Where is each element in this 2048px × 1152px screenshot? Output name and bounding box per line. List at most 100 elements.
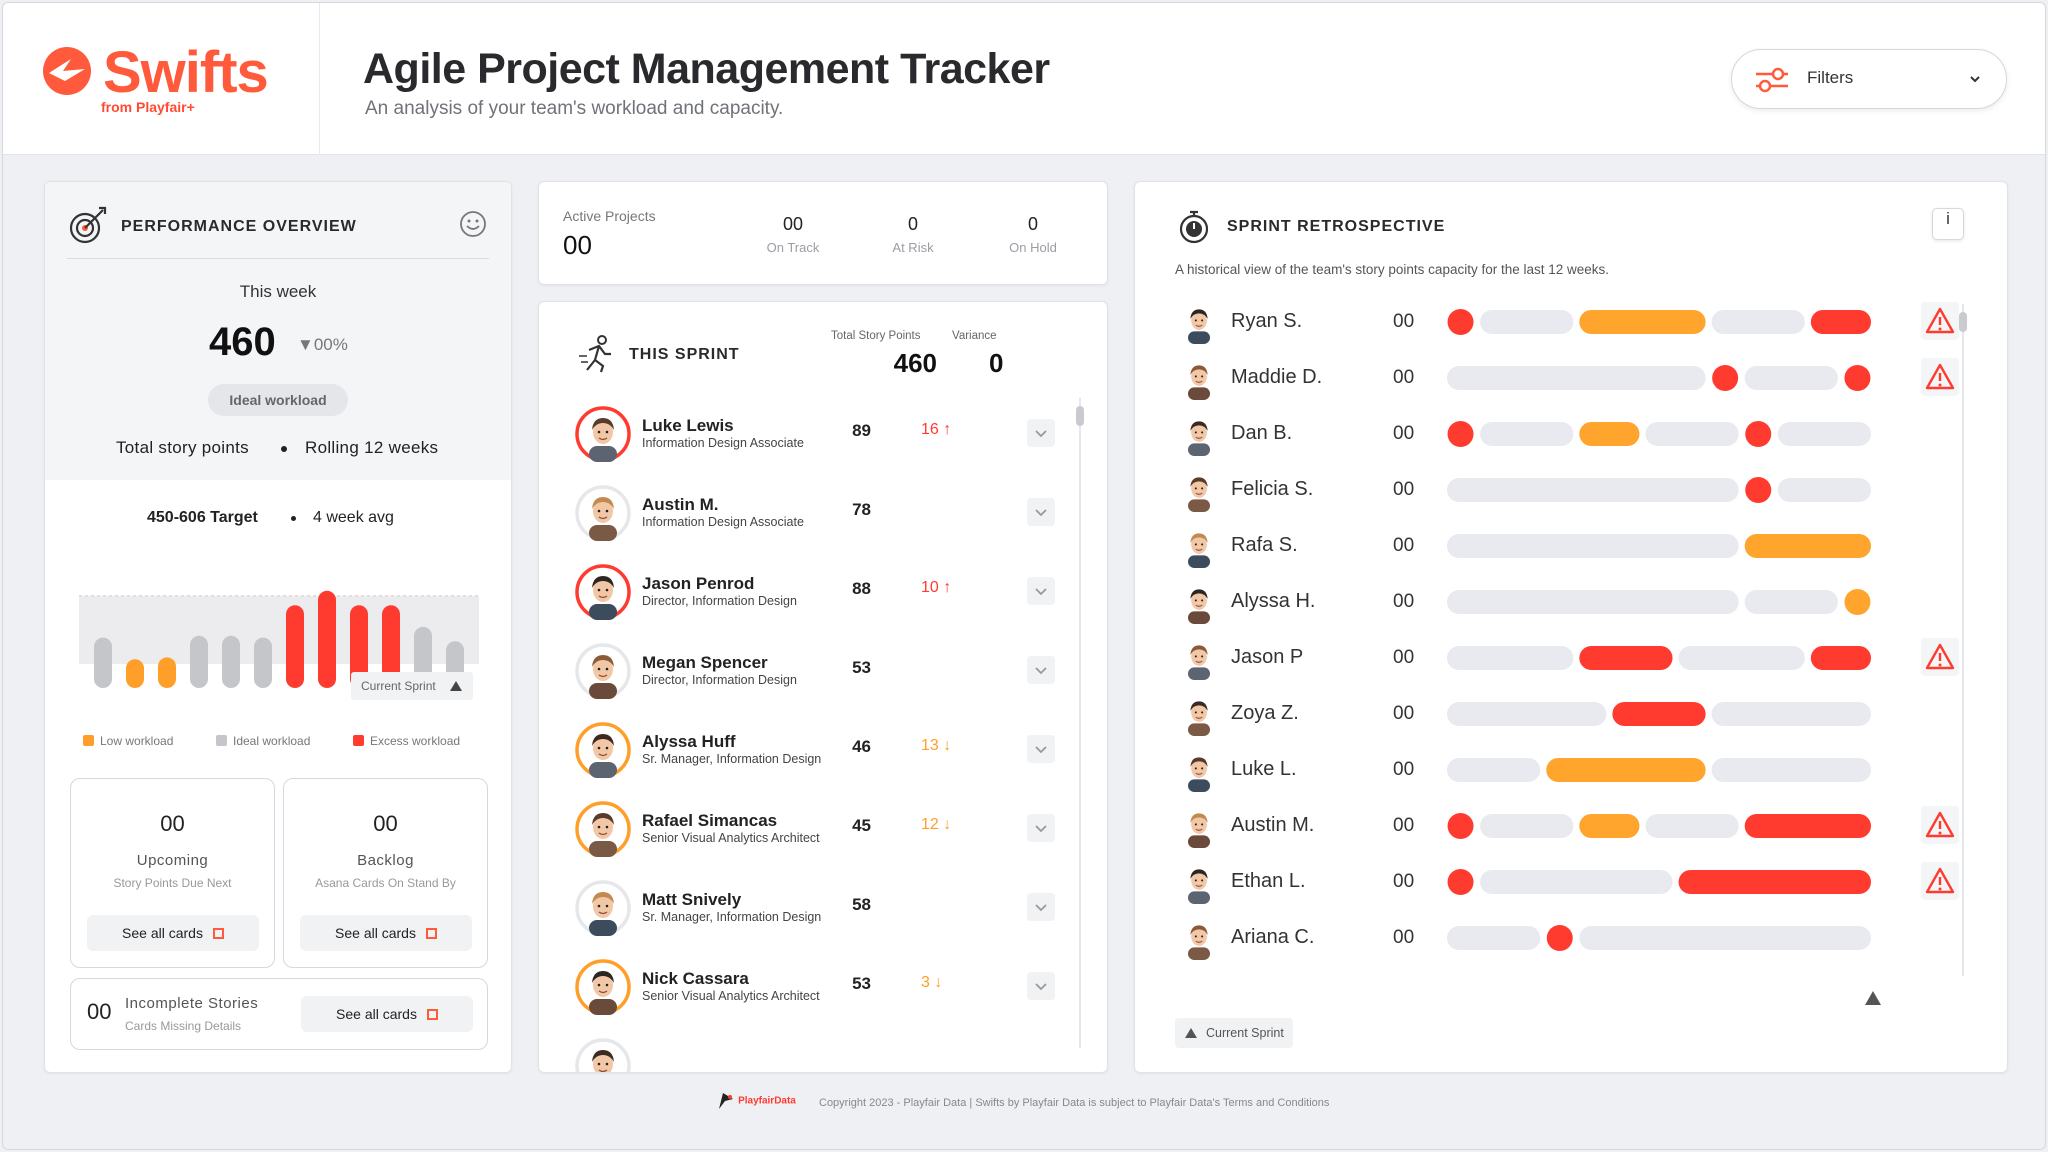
chevron-down-icon	[1035, 746, 1047, 754]
chevron-down-icon	[1035, 825, 1047, 833]
sprint-member-row[interactable]: Jason Penrod Director, Information Design…	[539, 552, 1099, 631]
this-sprint-title: THIS SPRINT	[629, 346, 740, 363]
avatar	[575, 801, 631, 857]
member-name: Dan B.	[1231, 422, 1293, 444]
sprint-member-row[interactable]: Matt Snively Sr. Manager, Information Des…	[539, 868, 1099, 947]
capacity-segment-low	[1744, 534, 1871, 558]
current-sprint-label: Current Sprint	[361, 679, 436, 693]
avatar	[575, 880, 631, 936]
sprint-member-row[interactable]: Megan Spencer Director, Information Desig…	[539, 631, 1099, 710]
chevron-down-icon	[1035, 904, 1047, 912]
incomplete-sub: Cards Missing Details	[125, 1019, 242, 1033]
chart-bar	[318, 590, 336, 688]
info-button[interactable]: i	[1932, 208, 1964, 240]
expand-row-button[interactable]	[1027, 419, 1055, 447]
member-name: Matt Snively	[642, 890, 742, 909]
retro-member-row[interactable]: Zoya Z. 00	[1135, 686, 1995, 742]
retro-member-row[interactable]: Austin M. 00	[1135, 798, 1995, 854]
avatar	[575, 406, 631, 462]
filters-dropdown[interactable]: Filters	[1731, 49, 2007, 109]
member-value: 00	[1393, 535, 1415, 556]
avatar	[575, 959, 631, 1015]
member-variance: 12 ↓	[921, 816, 952, 833]
expand-row-button[interactable]	[1027, 735, 1055, 763]
upcoming-card: 00 Upcoming Story Points Due Next See al…	[70, 778, 275, 968]
sprint-member-row[interactable]: Rafael Simancas Senior Visual Analytics A…	[539, 789, 1099, 868]
avatar	[1178, 917, 1220, 960]
capacity-segment-ideal	[1744, 590, 1838, 614]
stopwatch-icon	[1179, 210, 1209, 244]
sprint-member-row[interactable]: Alyssa Huff Sr. Manager, Information Desi…	[539, 710, 1099, 789]
expand-row-button[interactable]	[1027, 656, 1055, 684]
info-icon: i	[1946, 209, 1950, 228]
member-role: Information Design Associate	[642, 515, 804, 529]
retro-member-row[interactable]: Maddie D. 00	[1135, 350, 1995, 406]
overload-warning[interactable]	[1921, 302, 1959, 340]
retro-member-row[interactable]: Ryan S. 00	[1135, 294, 1995, 350]
period-label: Rolling 12 weeks	[305, 438, 439, 457]
on-track-value: 00	[782, 214, 804, 234]
overload-warning[interactable]	[1921, 358, 1959, 396]
capacity-segment-excess	[1678, 870, 1871, 894]
retro-member-row[interactable]: Rafa S. 00	[1135, 518, 1995, 574]
overload-warning[interactable]	[1921, 862, 1959, 900]
capacity-marker-excess	[1447, 813, 1474, 839]
member-role: Director, Information Design	[642, 673, 797, 687]
retro-title: SPRINT RETROSPECTIVE	[1227, 218, 1446, 235]
legend-label: Excess workload	[370, 734, 461, 748]
capacity-segment-excess	[1612, 702, 1706, 726]
workload-bar-chart	[79, 590, 479, 688]
retro-member-row[interactable]: Felicia S. 00	[1135, 462, 1995, 518]
current-sprint-triangle-icon	[1865, 991, 1881, 1005]
expand-row-button[interactable]	[1027, 814, 1055, 842]
upcoming-see-all-button[interactable]: See all cards	[87, 915, 259, 951]
sprint-member-row[interactable]: Austin M. Information Design Associate 78	[539, 473, 1099, 552]
chevron-down-icon	[1035, 509, 1047, 517]
expand-icon	[426, 1009, 438, 1020]
sprint-member-list: Luke Lewis Information Design Associate 89…	[539, 394, 1099, 1072]
retro-member-row[interactable]: Luke L. 00	[1135, 742, 1995, 798]
capacity-segment-excess	[1810, 310, 1871, 334]
backlog-see-all-button[interactable]: See all cards	[300, 915, 472, 951]
member-value: 00	[1393, 591, 1415, 612]
sprint-member-row[interactable]: Luke Lewis Information Design Associate 89…	[539, 394, 1099, 473]
capacity-marker-excess	[1447, 309, 1474, 335]
scrollbar-thumb[interactable]	[1959, 312, 1967, 332]
retro-member-row[interactable]: Ariana C. 00	[1135, 910, 1995, 966]
avatar	[1178, 413, 1220, 456]
member-role: Sr. Manager, Information Design	[642, 752, 822, 766]
avatar	[1178, 637, 1220, 680]
performance-overview-card: PERFORMANCE OVERVIEW This week 460 ▼00% …	[44, 181, 512, 1073]
avatar-wrapper	[575, 722, 631, 778]
capacity-marker-excess	[1447, 869, 1474, 895]
triangle-up-icon	[450, 681, 462, 691]
overload-warning[interactable]	[1921, 806, 1959, 844]
capacity-segment-ideal	[1447, 702, 1607, 726]
capacity-segment-ideal	[1480, 870, 1673, 894]
retro-member-row[interactable]: Alyssa H. 00	[1135, 574, 1995, 630]
sprint-scrollbar[interactable]	[1074, 398, 1086, 1048]
expand-row-button[interactable]	[1027, 577, 1055, 605]
smiley-icon[interactable]	[459, 210, 487, 238]
scrollbar-thumb[interactable]	[1076, 406, 1084, 426]
retro-scrollbar[interactable]	[1957, 304, 1969, 976]
capacity-marker-excess	[1447, 421, 1474, 447]
retro-member-row[interactable]: Dan B. 00	[1135, 406, 1995, 462]
expand-row-button[interactable]	[1027, 893, 1055, 921]
retro-member-row[interactable]: Jason P 00	[1135, 630, 1995, 686]
member-points: 53	[852, 974, 871, 993]
sprint-member-row-partial	[539, 1026, 1099, 1072]
capacity-marker-excess	[1745, 477, 1772, 503]
member-name: Alyssa Huff	[642, 732, 736, 751]
retro-member-row[interactable]: Ethan L. 00	[1135, 854, 1995, 910]
chart-bar	[190, 635, 208, 688]
warning-triangle-icon	[1925, 363, 1955, 390]
incomplete-see-all-button[interactable]: See all cards	[301, 996, 473, 1032]
expand-row-button[interactable]	[1027, 972, 1055, 1000]
footer-copyright: Copyright 2023 - Playfair Data | Swifts …	[819, 1097, 1330, 1109]
member-name: Zoya Z.	[1231, 702, 1299, 724]
sprint-member-row[interactable]: Nick Cassara Senior Visual Analytics Arch…	[539, 947, 1099, 1026]
capacity-segment-ideal	[1447, 926, 1541, 950]
expand-row-button[interactable]	[1027, 498, 1055, 526]
overload-warning[interactable]	[1921, 638, 1959, 676]
